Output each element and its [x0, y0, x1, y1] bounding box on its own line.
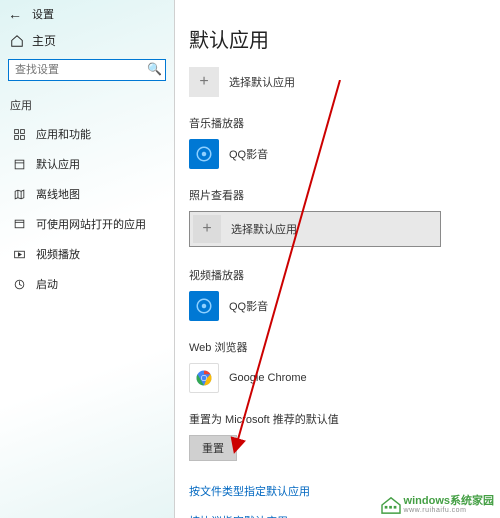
page-title: 默认应用 — [189, 24, 490, 53]
photo-heading: 照片查看器 — [189, 187, 490, 203]
search-input[interactable] — [8, 59, 166, 81]
video-app-label: QQ影音 — [229, 298, 268, 314]
sidebar: ← 设置 主页 🔍 应用 应用和功能 默认应用 离线地图 可使用网站 — [0, 0, 175, 518]
link-by-file-type[interactable]: 按文件类型指定默认应用 — [189, 483, 490, 499]
sidebar-item-label: 可使用网站打开的应用 — [36, 216, 146, 232]
home-label: 主页 — [32, 32, 56, 49]
chrome-app-icon — [189, 363, 219, 393]
apps-features-icon — [12, 128, 26, 141]
plus-icon: + — [193, 215, 221, 243]
photo-choose-label: 选择默认应用 — [231, 221, 297, 237]
link-by-protocol[interactable]: 按协议指定默认应用 — [189, 513, 490, 518]
music-app-row[interactable]: QQ影音 — [189, 139, 490, 169]
qq-app-icon — [189, 291, 219, 321]
reset-button[interactable]: 重置 — [189, 435, 237, 461]
video-playback-icon — [12, 248, 26, 261]
sidebar-item-offline-maps[interactable]: 离线地图 — [0, 179, 174, 209]
home-nav[interactable]: 主页 — [0, 28, 174, 57]
settings-window: ← 设置 主页 🔍 应用 应用和功能 默认应用 离线地图 可使用网站 — [0, 0, 500, 518]
default-apps-icon — [12, 158, 26, 171]
choose-default-row[interactable]: + 选择默认应用 — [189, 67, 490, 97]
sidebar-item-label: 视频播放 — [36, 246, 80, 262]
photo-choose-default[interactable]: + 选择默认应用 — [189, 211, 441, 247]
settings-label: 设置 — [32, 6, 54, 22]
qq-app-icon — [189, 139, 219, 169]
main-content: 默认应用 + 选择默认应用 音乐播放器 QQ影音 照片查看器 + 选择默认应用 … — [175, 0, 500, 518]
web-heading: Web 浏览器 — [189, 339, 490, 355]
startup-icon — [12, 278, 26, 291]
sidebar-item-apps-for-websites[interactable]: 可使用网站打开的应用 — [0, 209, 174, 239]
sidebar-item-default-apps[interactable]: 默认应用 — [0, 149, 174, 179]
reset-heading: 重置为 Microsoft 推荐的默认值 — [189, 411, 490, 427]
sidebar-item-label: 离线地图 — [36, 186, 80, 202]
music-app-label: QQ影音 — [229, 146, 268, 162]
offline-maps-icon — [12, 188, 26, 201]
header-row: ← 设置 — [0, 4, 174, 28]
sidebar-item-label: 启动 — [36, 276, 58, 292]
sidebar-item-label: 应用和功能 — [36, 126, 91, 142]
search-wrap: 🔍 — [8, 59, 166, 81]
section-title: 应用 — [0, 91, 174, 119]
music-heading: 音乐播放器 — [189, 115, 490, 131]
choose-default-label: 选择默认应用 — [229, 74, 295, 90]
web-app-row[interactable]: Google Chrome — [189, 363, 490, 393]
home-icon — [10, 34, 24, 48]
link-list: 按文件类型指定默认应用 按协议指定默认应用 按应用设置默认值 — [189, 483, 490, 518]
video-app-row[interactable]: QQ影音 — [189, 291, 490, 321]
sidebar-item-startup[interactable]: 启动 — [0, 269, 174, 299]
plus-icon: + — [189, 67, 219, 97]
search-icon: 🔍 — [147, 62, 162, 76]
apps-websites-icon — [12, 218, 26, 231]
video-heading: 视频播放器 — [189, 267, 490, 283]
web-app-label: Google Chrome — [229, 372, 307, 384]
sidebar-item-label: 默认应用 — [36, 156, 80, 172]
back-button[interactable]: ← — [8, 6, 22, 22]
sidebar-item-video-playback[interactable]: 视频播放 — [0, 239, 174, 269]
sidebar-item-apps-features[interactable]: 应用和功能 — [0, 119, 174, 149]
